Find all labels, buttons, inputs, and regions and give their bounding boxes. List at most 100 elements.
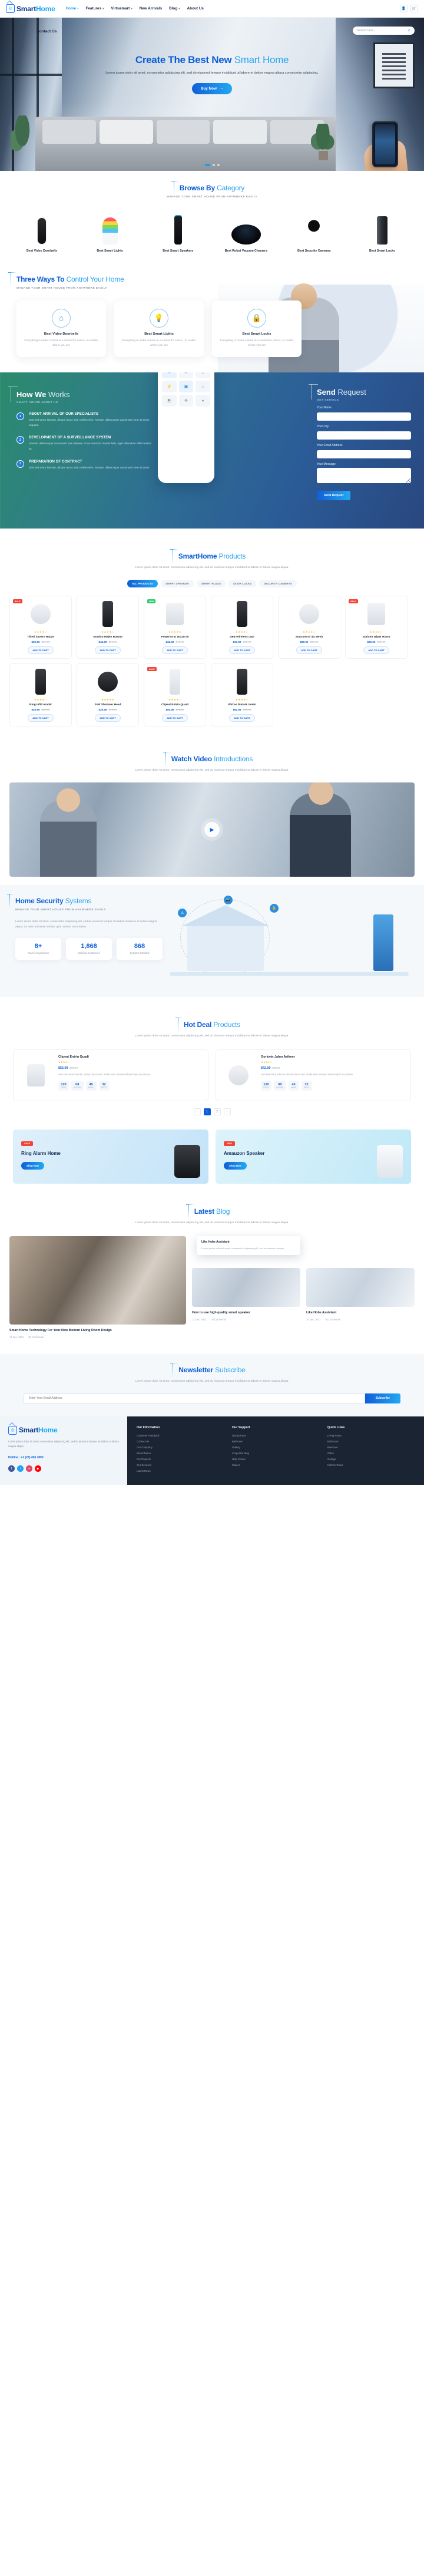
phone-tile[interactable]: ⚡ xyxy=(162,381,177,393)
footer-link[interactable]: Our Company xyxy=(137,1446,224,1449)
pager-prev[interactable]: ‹ xyxy=(193,1108,201,1116)
product-card[interactable]: ★★★★★ 24W Shimmer Head $39.99 $49.99 ADD … xyxy=(77,663,139,727)
promo-banner[interactable]: SALE Ring Alarm Home Shop Now xyxy=(13,1130,208,1184)
nav-item-blog[interactable]: Blog ▾ xyxy=(169,6,180,11)
nav-item-about-us[interactable]: About Us xyxy=(187,6,204,11)
product-card[interactable]: ★★★★☆ Wirtuo Diatark Urwin $62.99 $72.99 … xyxy=(211,663,273,727)
add-to-cart-button[interactable]: ADD TO CART xyxy=(162,714,188,722)
message-field[interactable] xyxy=(317,468,411,484)
add-to-cart-button[interactable]: ADD TO CART xyxy=(28,646,54,655)
add-to-cart-button[interactable]: ADD TO CART xyxy=(162,646,188,655)
footer-link[interactable]: Gallery xyxy=(232,1446,319,1449)
send-request-button[interactable]: Send Request xyxy=(317,491,351,501)
category-item[interactable]: Best Smart Speakers xyxy=(149,210,207,254)
footer-link[interactable]: Office xyxy=(327,1452,415,1455)
phone-tile[interactable]: ● xyxy=(196,395,210,407)
footer-link[interactable]: Latest News xyxy=(137,1469,224,1472)
carousel-dot-2[interactable] xyxy=(212,164,215,166)
carousel-dot-1[interactable] xyxy=(204,164,210,166)
search-input[interactable]: Search here... ⚲ xyxy=(353,27,415,35)
phone-tile[interactable]: ⌂ xyxy=(196,381,210,393)
add-to-cart-button[interactable]: ADD TO CART xyxy=(363,646,389,655)
pager-page[interactable]: 1 xyxy=(203,1108,211,1116)
footer-link[interactable]: Customer Feedback xyxy=(137,1434,224,1437)
tab-smart-plugs[interactable]: SMART PLUGS xyxy=(196,580,226,588)
footer-link[interactable]: Living Room xyxy=(232,1434,319,1437)
add-to-cart-button[interactable]: ADD TO CART xyxy=(296,646,322,655)
nav-item-virtuemart[interactable]: Virtuemart ▾ xyxy=(111,6,132,11)
twitter-icon[interactable]: t xyxy=(17,1465,24,1472)
shopping-cart-icon[interactable]: 🛒 xyxy=(410,5,418,12)
add-to-cart-button[interactable]: ADD TO CART xyxy=(28,714,54,722)
nav-item-features[interactable]: Features ▾ xyxy=(86,6,104,11)
footer-link[interactable]: Our Services xyxy=(137,1464,224,1467)
three-ways-card[interactable]: 💡 Best Smart Lights Everything is under … xyxy=(114,300,204,358)
category-item[interactable]: Best Smart Lights xyxy=(81,210,139,254)
three-ways-card[interactable]: 🔒 Best Smart Locks Everything is under c… xyxy=(212,300,302,358)
contact-us-link[interactable]: Contact Us xyxy=(37,29,57,34)
facebook-icon[interactable]: f xyxy=(8,1465,15,1472)
hero-carousel-dots[interactable] xyxy=(0,164,424,166)
category-item[interactable]: Best Video Doorbells xyxy=(13,210,71,254)
product-card[interactable]: ★★★★☆ Statcontrol 3D Mesh $89.99 $99.99 A… xyxy=(278,596,340,659)
category-item[interactable]: Best Robot Vacuum Cleaners xyxy=(217,210,275,254)
tab-door-locks[interactable]: DOOR LOCKS xyxy=(228,580,257,588)
nav-item-new-arrivals[interactable]: New Arrivals xyxy=(140,6,162,11)
blog-side-post[interactable]: Like Hobe Assistant 10 Dec, 2021 02 Comm… xyxy=(306,1268,415,1321)
add-to-cart-button[interactable]: ADD TO CART xyxy=(95,646,121,655)
blog-main-post[interactable]: Smart Home Technology For Your New Moder… xyxy=(9,1236,186,1339)
footer-link[interactable]: Corporate Blog xyxy=(232,1452,319,1455)
phone-tile[interactable]: ▣ xyxy=(178,381,194,393)
name-field[interactable] xyxy=(317,412,411,421)
tab-all-products[interactable]: ALL PRODUCTS xyxy=(127,580,158,588)
hotline-number[interactable]: +1 (23) 456 7890 xyxy=(21,1456,43,1459)
play-icon[interactable]: ▶ xyxy=(204,822,220,838)
newsletter-email-input[interactable] xyxy=(24,1393,365,1403)
carousel-dot-3[interactable] xyxy=(217,164,220,166)
phone-tile[interactable]: ❄ xyxy=(178,372,194,379)
pager-next[interactable]: › xyxy=(223,1108,231,1116)
search-icon[interactable]: ⚲ xyxy=(408,29,410,33)
blog-popup-card[interactable]: Like Hobe Assistant Lorem ipsum dolor si… xyxy=(197,1236,300,1255)
product-card[interactable]: ★★★★☆ Ring Infill Arabik $49.99 $58.99 AD… xyxy=(9,663,72,727)
footer-link[interactable]: Career xyxy=(232,1464,319,1467)
shop-now-button[interactable]: Shop Now xyxy=(224,1162,247,1170)
video-player[interactable]: ▶ xyxy=(9,782,415,877)
phone-tile[interactable]: ☕ xyxy=(162,395,177,407)
product-card[interactable]: SALE ★★★★☆ Tiberi Savers Hauze $59.99 $69… xyxy=(9,596,72,659)
footer-link[interactable]: Our Projects xyxy=(137,1458,224,1461)
footer-link[interactable]: Contact Us xyxy=(137,1440,224,1443)
email-field[interactable] xyxy=(317,450,411,459)
footer-link[interactable]: Garage xyxy=(327,1458,415,1461)
city-field[interactable] xyxy=(317,431,411,440)
footer-link[interactable]: Living Room xyxy=(327,1434,415,1437)
phone-tile[interactable]: ☀ xyxy=(162,372,177,379)
promo-banner[interactable]: NEW Amauzon Speaker Shop Now xyxy=(216,1130,411,1184)
product-card[interactable]: ★★★★☆ Gordon Majen Rusma $45.99 $55.99 AD… xyxy=(77,596,139,659)
category-item[interactable]: Best Security Cameras xyxy=(285,210,343,254)
hot-deal-card[interactable]: Gorkwin Jahm Arthner ★★★★☆ $42.99 $52.99 … xyxy=(216,1049,411,1102)
category-item[interactable]: Best Smart Locks xyxy=(353,210,411,254)
footer-link[interactable]: Bathroom xyxy=(327,1440,415,1443)
tab-security-cameras[interactable]: SECURITY CAMERAS xyxy=(259,580,297,588)
site-logo[interactable]: ◎ SmartHome xyxy=(6,4,55,13)
blog-side-post[interactable]: How to use high quality smart speaker 12… xyxy=(192,1268,300,1321)
product-card[interactable]: NEW ★★★★★ PowerStrat 50128 05 $32.99 $42.… xyxy=(144,596,206,659)
add-to-cart-button[interactable]: ADD TO CART xyxy=(95,714,121,722)
pager-page[interactable]: 2 xyxy=(213,1108,221,1116)
footer-link[interactable]: Brand Name xyxy=(137,1452,224,1455)
buy-now-button[interactable]: Buy Now → xyxy=(191,82,233,94)
product-card[interactable]: SALE ★★★★☆ Suricen Wiper Rutva $69.99 $89… xyxy=(345,596,408,659)
tab-smart-speaker[interactable]: SMART SPEAKER xyxy=(160,580,194,588)
footer-logo[interactable]: ◎ SmartHome xyxy=(8,1425,119,1435)
add-to-cart-button[interactable]: ADD TO CART xyxy=(229,646,255,655)
product-card[interactable]: ★★★★☆ D9B Wireless LED $37.99 $49.99 ADD … xyxy=(211,596,273,659)
youtube-icon[interactable]: ▶ xyxy=(35,1465,41,1472)
add-to-cart-button[interactable]: ADD TO CART xyxy=(229,714,255,722)
footer-link[interactable]: Bedroom xyxy=(327,1446,415,1449)
phone-tile[interactable]: ♫ xyxy=(196,372,210,379)
phone-tile[interactable]: ❖ xyxy=(178,395,194,407)
subscribe-button[interactable]: Subscribe xyxy=(365,1393,400,1403)
footer-link[interactable]: Bathroom xyxy=(232,1440,319,1443)
hot-deal-card[interactable]: Clipeat Entrin Quadi ★★★★☆ $55.99 $65.99 … xyxy=(13,1049,208,1102)
